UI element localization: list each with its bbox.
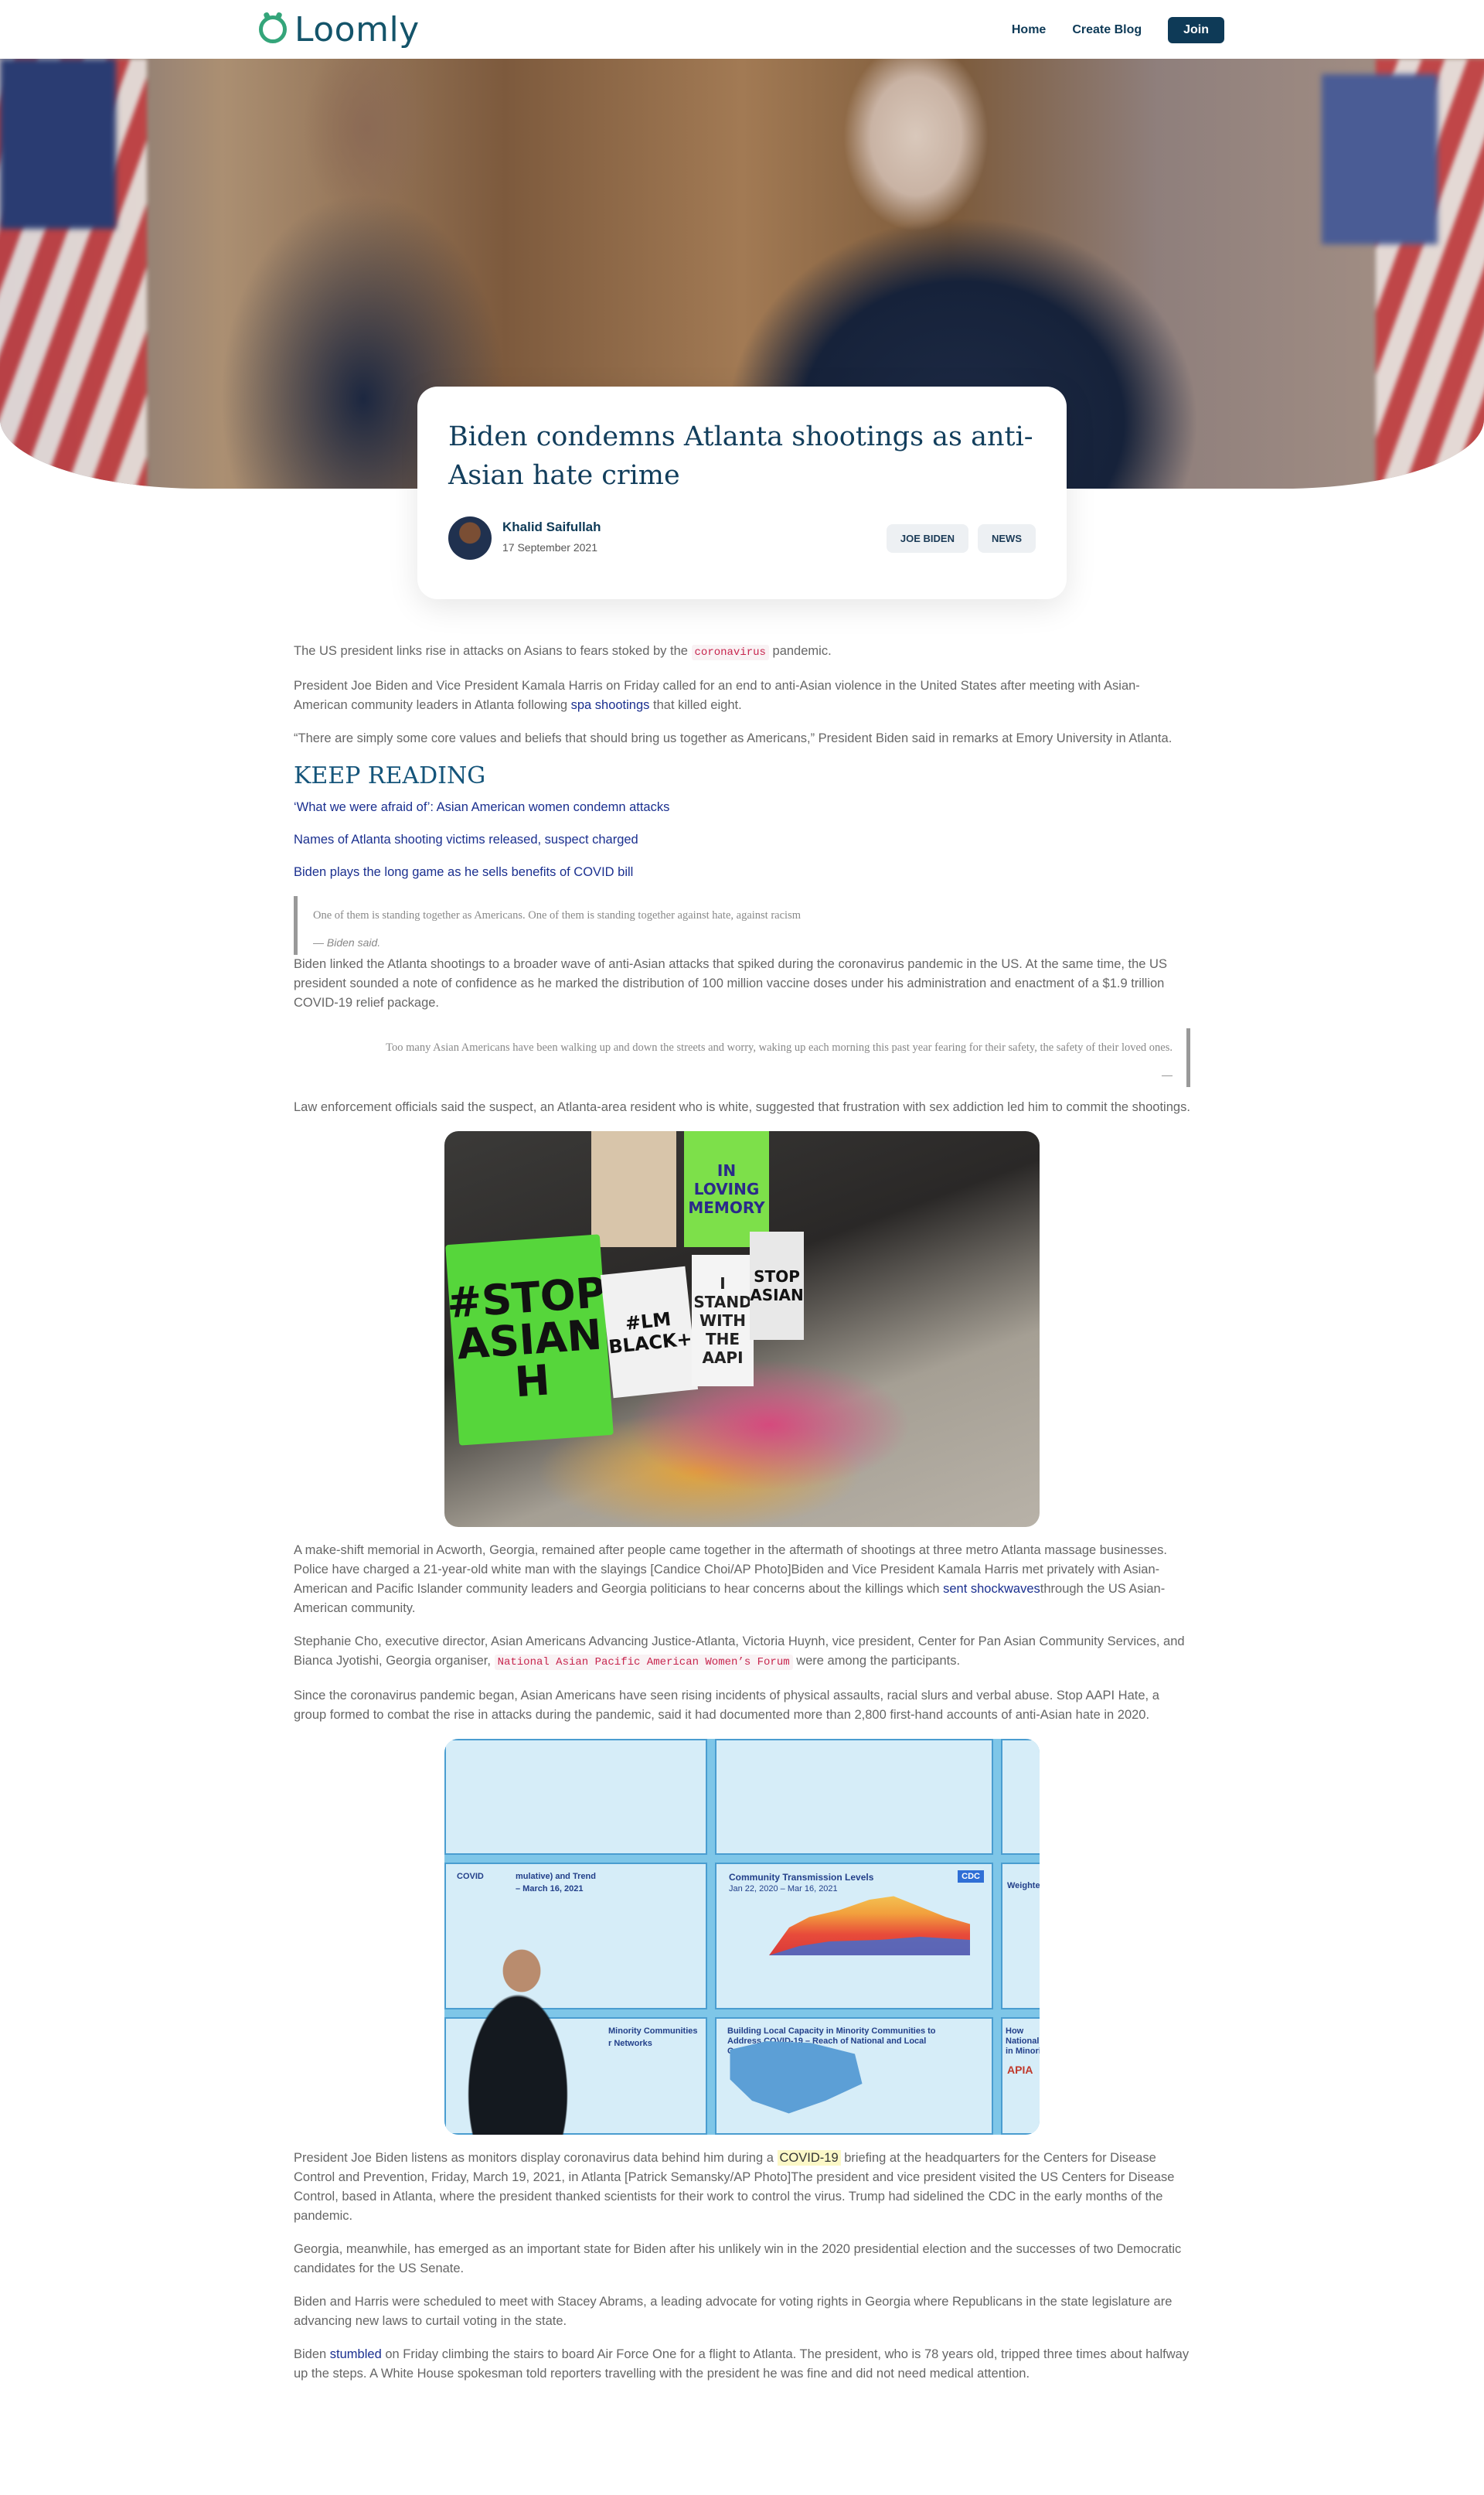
hero-flag-right-canton: [1322, 74, 1438, 244]
cdc-monitor-top-right: [1001, 1739, 1040, 1855]
tag-joe-biden[interactable]: JOE BIDEN: [886, 524, 968, 553]
cdc-monitor-weighted: Weighted: [1001, 1863, 1040, 2009]
memorial-sign-stop-asian: STOP ASIAN: [750, 1232, 804, 1340]
memorial-sign-loving-memory: IN LOVING MEMORY: [684, 1131, 769, 1247]
post-title: Biden condemns Atlanta shootings as anti…: [448, 421, 1033, 491]
top-nav: Loomly Home Create Blog Join: [0, 0, 1484, 59]
paragraph-stop-aapi-hate: Since the coronavirus pandemic began, As…: [294, 1689, 1159, 1722]
keep-reading-heading: KEEP READING: [294, 762, 486, 789]
memorial-photo-card: [591, 1131, 676, 1247]
cdc-monitor-top-left: [444, 1739, 707, 1855]
post-header-card: Biden condemns Atlanta shootings as anti…: [417, 387, 1067, 599]
cdc-logo-icon: CDC: [958, 1870, 984, 1883]
hero-flag-left-canton: [0, 59, 116, 229]
tag-news[interactable]: NEWS: [978, 524, 1036, 553]
loomly-logo-icon: [259, 15, 287, 43]
paragraph-memorial-caption: A make-shift memorial in Acworth, Georgi…: [294, 1543, 1167, 1615]
brand-logo[interactable]: Loomly: [259, 9, 420, 49]
brand-name: Loomly: [294, 9, 420, 49]
blockquote-asian-americans-worry: Too many Asian Americans have been walki…: [294, 1028, 1190, 1087]
cdc-briefing-photo: COVID mulative) and Trend – March 16, 20…: [444, 1739, 1040, 2135]
post-tags: JOE BIDEN NEWS: [886, 524, 1036, 553]
paragraph-georgia: Georgia, meanwhile, has emerged as an im…: [294, 2242, 1182, 2275]
paragraph-law-enforcement: Law enforcement officials said the suspe…: [294, 1100, 1190, 1114]
paragraph-intro: The US president links rise in attacks o…: [294, 644, 832, 660]
inline-code-coronavirus: coronavirus: [691, 645, 769, 660]
join-button[interactable]: Join: [1168, 17, 1224, 43]
nav-link-create-blog[interactable]: Create Blog: [1072, 23, 1142, 37]
nav-link-home[interactable]: Home: [1012, 23, 1046, 37]
memorial-sign-stop-asian-hate: #STOP ASIAN H: [445, 1234, 614, 1446]
link-spa-shootings[interactable]: spa shootings: [571, 698, 650, 712]
paragraph-emory-quote: “There are simply some core values and b…: [294, 731, 1173, 745]
cdc-monitor-national: How National in Minority APIA: [1001, 2017, 1040, 2135]
paragraph-broader-wave: Biden linked the Atlanta shootings to a …: [294, 957, 1167, 1010]
post-date: 17 September 2021: [502, 541, 597, 554]
article-body: The US president links rise in attacks o…: [294, 642, 1190, 2398]
paragraph-stacey-abrams: Biden and Harris were scheduled to meet …: [294, 2295, 1173, 2328]
keep-reading-link-1[interactable]: ‘What we were afraid of’: Asian American…: [294, 799, 1190, 816]
memorial-photo: IN LOVING MEMORY #STOP ASIAN H #LM BLACK…: [444, 1131, 1040, 1527]
author-row: Khalid Saifullah 17 September 2021 JOE B…: [448, 516, 1036, 563]
blockquote-standing-together: One of them is standing together as Amer…: [294, 896, 1190, 955]
quote-cite: —: [1162, 1069, 1173, 1081]
memorial-sign-i-stand: I STAND WITH THE AAPI: [692, 1255, 754, 1386]
quote-cite: — Biden said.: [313, 936, 381, 949]
keep-reading-link-2[interactable]: Names of Atlanta shooting victims releas…: [294, 831, 1190, 848]
inline-code-napawf: National Asian Pacific American Women’s …: [494, 1655, 793, 1670]
quote-text: Too many Asian Americans have been walki…: [386, 1041, 1173, 1054]
keep-reading-link-3[interactable]: Biden plays the long game as he sells be…: [294, 864, 1190, 881]
paragraph-cdc-caption: President Joe Biden listens as monitors …: [294, 2150, 1175, 2223]
paragraph-participants: Stephanie Cho, executive director, Asian…: [294, 1634, 1185, 1670]
memorial-sign-black: #LM BLACK+: [600, 1266, 699, 1399]
nav-links: Home Create Blog Join: [1012, 17, 1224, 43]
highlight-covid-19: COVID-19: [777, 2150, 841, 2166]
link-sent-shockwaves[interactable]: sent shockwaves: [943, 1582, 1040, 1596]
paragraph-meeting: President Joe Biden and Vice President K…: [294, 679, 1140, 712]
quote-text: One of them is standing together as Amer…: [313, 909, 801, 922]
link-stumbled[interactable]: stumbled: [330, 2347, 382, 2361]
president-figure: [444, 1924, 599, 2135]
author-name[interactable]: Khalid Saifullah: [502, 520, 601, 535]
author-avatar[interactable]: [448, 516, 492, 560]
paragraph-air-force-one: Biden stumbled on Friday climbing the st…: [294, 2347, 1190, 2381]
cdc-monitor-top-middle: [715, 1739, 993, 1855]
